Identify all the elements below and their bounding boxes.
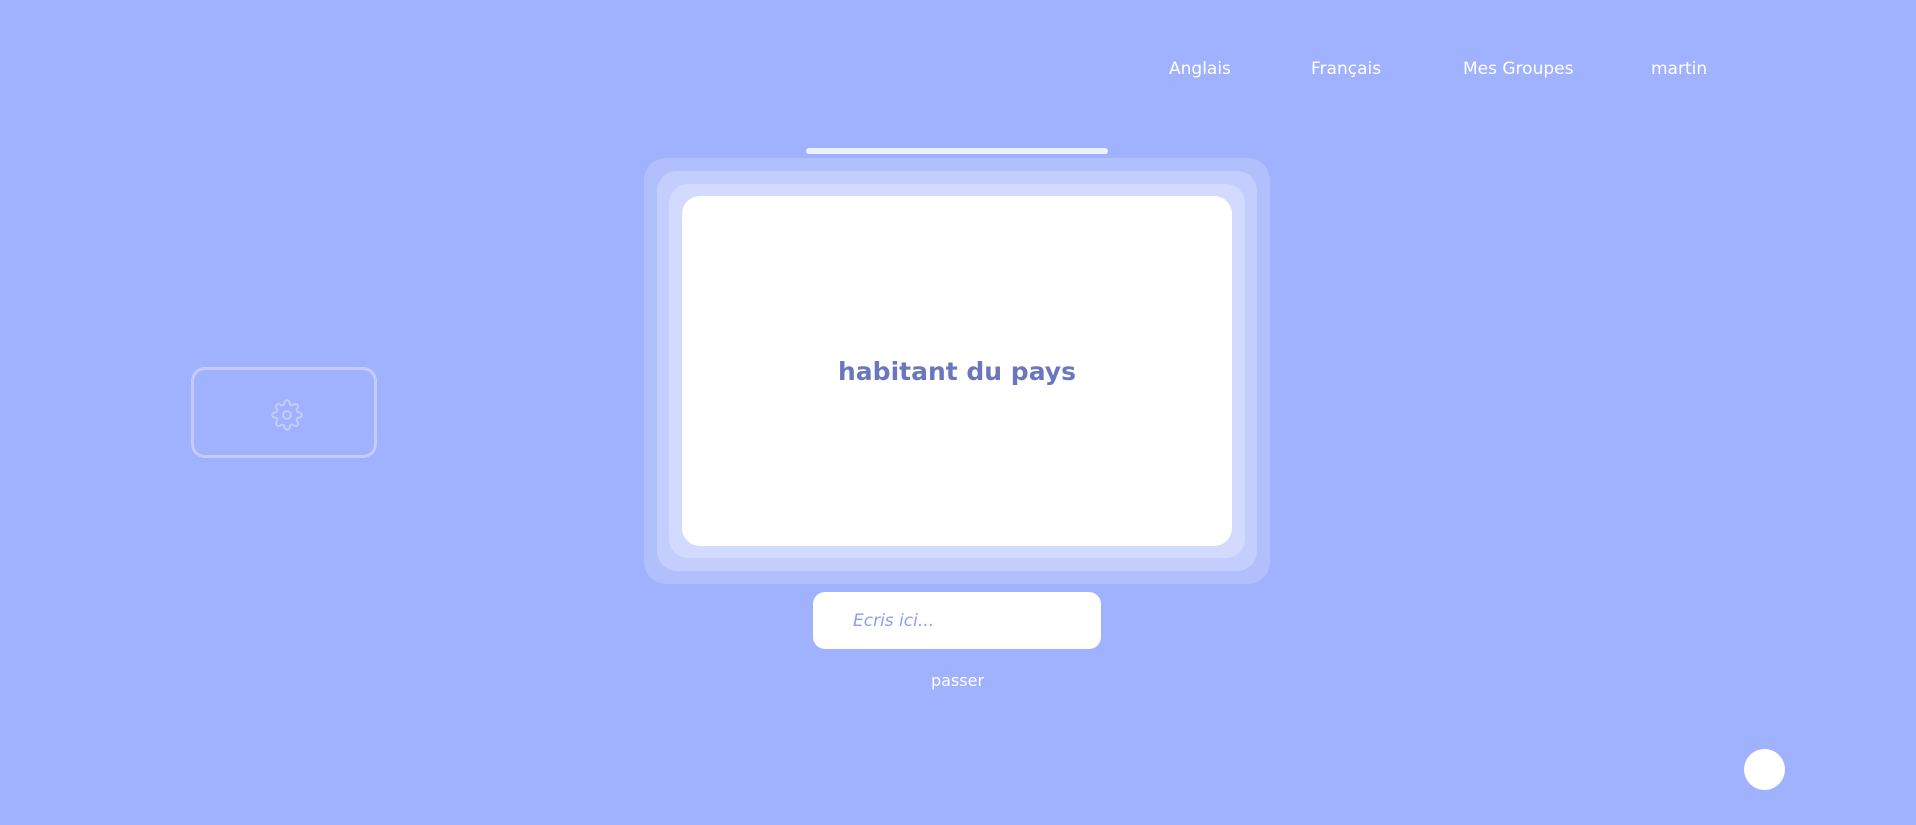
flashcard-word: habitant du pays [838, 356, 1076, 386]
nav-link-francais[interactable]: Français [1311, 59, 1381, 79]
progress-fill [806, 148, 1108, 154]
floating-round-button[interactable] [1744, 749, 1785, 790]
answer-input[interactable] [813, 592, 1101, 649]
flashcard: habitant du pays [682, 196, 1232, 546]
nav-link-anglais[interactable]: Anglais [1169, 59, 1231, 79]
gear-icon [271, 399, 303, 431]
skip-button[interactable]: passer [931, 671, 984, 690]
nav-user-menu[interactable]: martin [1651, 59, 1707, 79]
progress-bar [806, 148, 1108, 154]
nav-link-mes-groupes[interactable]: Mes Groupes [1463, 59, 1573, 79]
settings-button[interactable] [191, 367, 377, 458]
